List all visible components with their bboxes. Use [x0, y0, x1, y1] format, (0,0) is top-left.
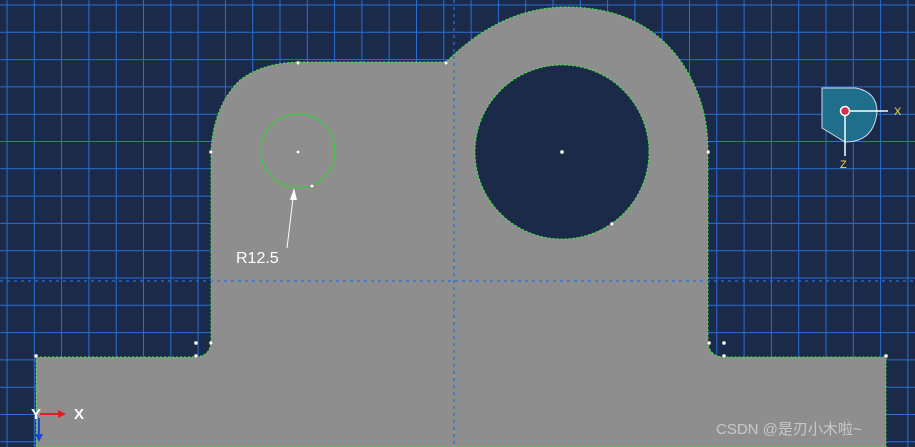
vertex-point[interactable] — [208, 340, 214, 346]
vertex-point[interactable] — [295, 60, 301, 66]
sketch-viewport[interactable]: R12.5 X Z Y X CSDN @是刃小木啦~ — [0, 0, 915, 447]
vertex-point[interactable] — [193, 340, 199, 346]
vertex-point[interactable] — [721, 340, 727, 346]
axis-x-label: X — [74, 406, 84, 423]
triad-x-label: X — [894, 106, 902, 118]
vertex-point[interactable] — [295, 149, 301, 155]
watermark: CSDN @是刃小木啦~ — [716, 421, 862, 438]
vertex-point[interactable] — [443, 60, 449, 66]
vertex-point[interactable] — [559, 149, 565, 155]
triad-z-label: Z — [840, 159, 847, 171]
vertex-point[interactable] — [883, 353, 889, 359]
sketch-canvas[interactable]: R12.5 X Z Y X CSDN @是刃小木啦~ — [0, 0, 915, 447]
vertex-point[interactable] — [721, 353, 727, 359]
axis-y-label: Y — [31, 406, 41, 423]
vertex-point[interactable] — [208, 149, 214, 155]
vertex-point[interactable] — [706, 340, 712, 346]
triad-origin — [839, 105, 851, 117]
vertex-point[interactable] — [193, 353, 199, 359]
dimension-label[interactable]: R12.5 — [236, 250, 279, 267]
vertex-point[interactable] — [309, 183, 315, 189]
vertex-point[interactable] — [705, 149, 711, 155]
vertex-point[interactable] — [33, 353, 39, 359]
vertex-point[interactable] — [609, 221, 615, 227]
